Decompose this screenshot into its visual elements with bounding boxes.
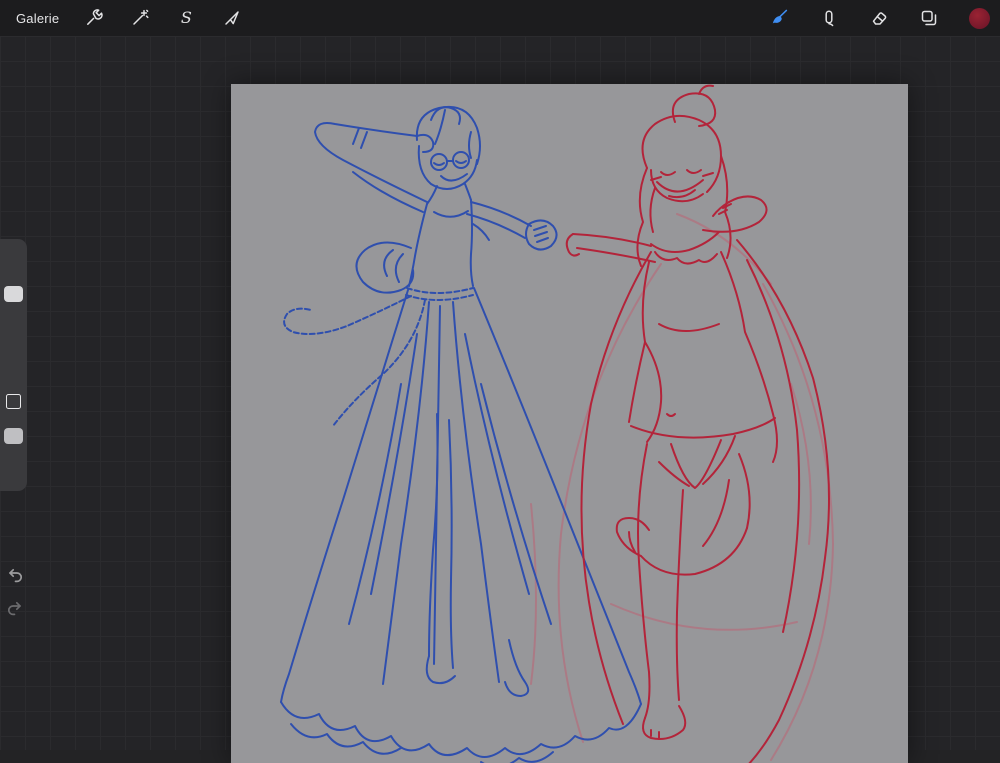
color-swatch — [968, 7, 990, 29]
redo-button[interactable] — [4, 597, 26, 619]
drawing-canvas[interactable] — [231, 84, 908, 763]
undo-button[interactable] — [4, 564, 26, 586]
top-toolbar: Galerie S — [0, 0, 1000, 36]
layers-icon — [921, 10, 937, 26]
actions-button[interactable] — [83, 7, 105, 29]
sketch-artwork — [280, 84, 834, 763]
brush-size-slider[interactable] — [4, 286, 23, 302]
erase-button[interactable] — [868, 7, 890, 29]
magic-wand-icon — [133, 9, 149, 25]
redo-icon — [7, 601, 21, 616]
workspace-background — [0, 36, 1000, 763]
toolbar-left-group: Galerie S — [0, 7, 243, 29]
eraser-icon — [872, 12, 887, 25]
adjustments-button[interactable] — [129, 7, 151, 29]
layers-button[interactable] — [918, 7, 940, 29]
transform-arrow-icon — [225, 11, 240, 25]
opacity-slider[interactable] — [4, 428, 23, 444]
modify-button[interactable] — [6, 394, 21, 409]
wrench-icon — [87, 9, 104, 25]
gallery-button[interactable]: Galerie — [16, 11, 59, 26]
transform-button[interactable] — [221, 7, 243, 29]
color-button[interactable] — [968, 7, 990, 29]
toolbar-right-group — [768, 7, 1000, 29]
brush-sidebar — [0, 239, 27, 491]
undo-icon — [9, 568, 23, 583]
paint-button[interactable] — [768, 7, 790, 29]
smudge-button[interactable] — [818, 7, 840, 29]
selection-button[interactable]: S — [175, 7, 197, 29]
selection-s-icon: S — [180, 8, 192, 27]
smudge-icon — [825, 10, 834, 27]
brush-icon — [772, 9, 788, 24]
